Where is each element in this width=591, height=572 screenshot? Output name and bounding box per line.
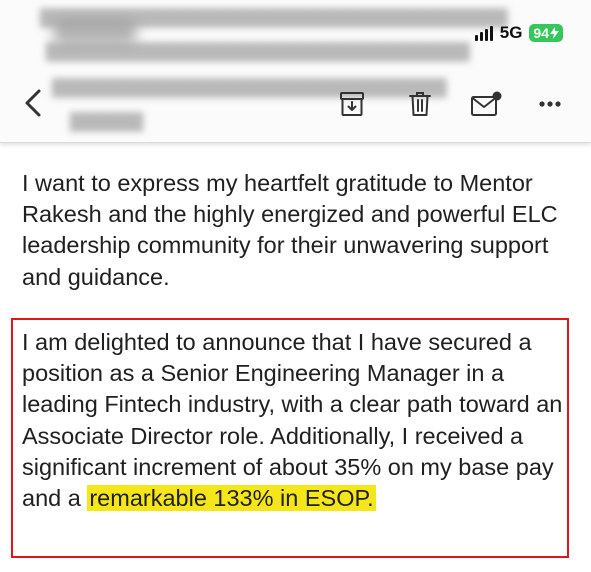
delete-button[interactable] (404, 88, 436, 120)
battery-indicator: 94 (529, 24, 563, 42)
archive-button[interactable] (336, 88, 368, 120)
trash-icon (409, 92, 431, 116)
more-button[interactable] (534, 92, 566, 116)
more-horizontal-icon (539, 101, 561, 107)
email-paragraph-announcement: I am delighted to announce that I have s… (22, 327, 572, 514)
signal-icon (474, 25, 493, 41)
charging-bolt-icon (550, 27, 559, 39)
blurred-background-text: ▇▇▇▇▇▇▇▇▇▇▇▇▇▇▇▇▇▇▇▇▇▇▇▇▇▇▇ (52, 77, 447, 98)
back-button[interactable] (16, 86, 50, 120)
network-label: 5G (499, 23, 523, 42)
highlighted-text: remarkable 133% in ESOP. (87, 485, 376, 512)
chevron-left-icon (25, 89, 41, 117)
mark-unread-button[interactable] (468, 88, 504, 120)
blurred-background-text: ▇▇▇▇▇ (70, 111, 144, 132)
blurred-sender-name (52, 20, 138, 44)
mail-unread-icon (471, 91, 502, 116)
battery-level: 94 (533, 25, 549, 41)
email-toolbar: ▇▇▇▇▇▇▇▇▇▇▇▇▇▇▇▇▇▇▇▇▇▇▇▇▇▇▇▇▇▇▇▇ ▇▇▇▇▇▇▇… (0, 0, 591, 143)
email-paragraph-gratitude: I want to express my heartfelt gratitude… (22, 170, 558, 290)
announcement-text: I am delighted to announce that I have s… (22, 329, 563, 512)
status-bar: 5G 94 (474, 22, 563, 44)
archive-icon (340, 92, 364, 116)
